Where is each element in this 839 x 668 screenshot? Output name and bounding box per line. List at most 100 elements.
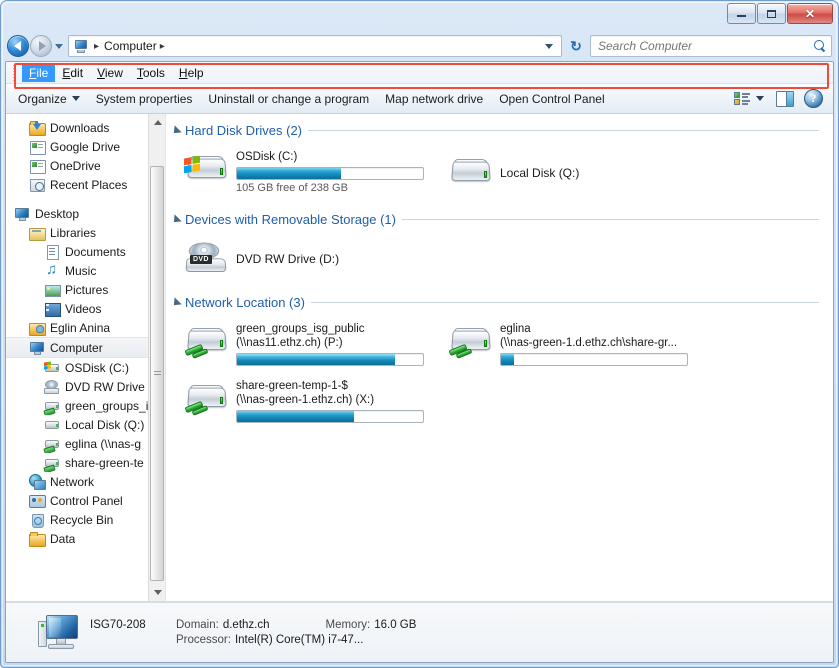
history-dropdown-icon[interactable] [55,43,63,49]
scrollbar-thumb[interactable] [150,166,164,581]
sidebar-item-eglin-anina[interactable]: Eglin Anina [6,318,165,337]
drive-info: eglina (\\nas-green-1.d.ethz.ch\share-gr.… [500,321,698,368]
organize-label: Organize [18,91,67,106]
breadcrumb-separator-icon[interactable]: ▸ [160,41,165,52]
recycle-bin-icon [29,512,45,528]
sidebar-item-desktop[interactable]: Desktop [6,204,165,223]
sidebar-item-green-groups-i[interactable]: green_groups_i [6,396,165,415]
menu-grip-icon[interactable] [13,65,16,81]
drive-info: share-green-temp-1-$ (\\nas-green-1.ethz.… [236,378,434,425]
collapse-triangle-icon[interactable] [170,124,182,137]
user-folder-icon [29,320,46,336]
drive-info: OSDisk (C:) 105 GB free of 238 GB [236,149,434,195]
menu-item-tools[interactable]: Tools [130,64,172,82]
domain-key: Domain: [176,619,219,631]
scroll-down-button[interactable] [149,584,165,601]
computer-icon [73,39,88,53]
navigation-separator [6,194,165,204]
drive-tile[interactable]: eglina (\\nas-green-1.d.ethz.ch\share-gr.… [440,317,704,374]
section-header[interactable]: Hard Disk Drives (2) [166,120,833,141]
open-control-panel-button[interactable]: Open Control Panel [491,88,612,110]
help-button[interactable]: ? [804,89,823,108]
sidebar-item-recent-places[interactable]: Recent Places [6,175,165,194]
system-properties-button[interactable]: System properties [88,88,201,110]
sidebar-item-videos[interactable]: Videos [6,299,165,318]
drive-path: (\\nas-green-1.d.ethz.ch\share-gr... [500,337,678,349]
sidebar-item-eglina-nas-g[interactable]: eglina (\\nas-g [6,434,165,453]
processor-key: Processor: [176,634,231,646]
menu-item-file[interactable]: File [22,63,56,82]
sidebar-item-share-green-te[interactable]: share-green-te [6,453,165,472]
breadcrumb-item-computer[interactable]: Computer [104,39,157,53]
menu-item-edit[interactable]: Edit [55,64,90,82]
preview-pane-button[interactable] [776,90,794,107]
sidebar-item-label: Music [65,263,97,278]
section-title: Hard Disk Drives (2) [185,123,303,138]
sidebar-item-pictures[interactable]: Pictures [6,280,165,299]
drive-tile[interactable]: green_groups_isg_public (\\nas11.ethz.ch)… [176,317,440,374]
scroll-up-button[interactable] [149,114,165,131]
sidebar-item-label: share-green-te [65,455,144,470]
sidebar-item-onedrive[interactable]: OneDrive [6,156,165,175]
drive-name: green_groups_isg_public [236,323,365,335]
menu-item-help[interactable]: Help [172,64,211,82]
chevron-down-icon [153,590,162,595]
view-layout-icon [734,91,750,106]
forward-button[interactable] [30,35,52,57]
drive-tile[interactable]: Local Disk (Q:) [440,145,704,201]
memory-key: Memory: [325,619,371,631]
sidebar-item-documents[interactable]: Documents [6,242,165,261]
capacity-bar [236,167,424,180]
section-header[interactable]: Network Location (3) [166,292,833,313]
breadcrumb-dropdown-icon[interactable] [545,43,553,49]
sidebar-item-label: Data [50,531,76,546]
domain-value: d.ethz.ch [222,619,270,631]
back-button[interactable] [7,35,29,57]
sidebar-item-libraries[interactable]: Libraries [6,223,165,242]
maximize-button[interactable] [757,3,786,24]
change-view-button[interactable] [728,88,770,109]
sidebar-item-label: eglina (\\nas-g [65,436,142,451]
sidebar-item-data[interactable]: Data [6,529,165,548]
sidebar-item-local-disk-q[interactable]: Local Disk (Q:) [6,415,165,434]
menu-item-view[interactable]: View [90,64,130,82]
drive-name: share-green-temp-1-$ [236,380,348,392]
sidebar-item-downloads[interactable]: Downloads [6,118,165,137]
refresh-button[interactable]: ↻ [565,35,587,57]
documents-icon [44,244,60,260]
close-button[interactable]: ✕ [787,3,833,24]
uninstall-or-change-program-button[interactable]: Uninstall or change a program [200,88,377,110]
organize-button[interactable]: Organize [10,88,88,110]
menu-rest-view: iew [104,65,123,80]
sidebar-item-osdisk-c[interactable]: OSDisk (C:) [6,358,165,377]
sidebar-item-network[interactable]: Network [6,472,165,491]
sidebar-item-label: Computer [50,340,103,355]
sidebar-item-computer[interactable]: Computer [6,337,165,358]
sidebar-item-control-panel[interactable]: Control Panel [6,491,165,510]
search-input[interactable] [598,39,814,53]
drive-tile[interactable]: OSDisk (C:) 105 GB free of 238 GB [176,145,440,201]
drive-tile[interactable]: DVD DVD RW Drive (D:) [176,234,440,284]
network-drive-icon [44,398,60,414]
file-list-pane[interactable]: Hard Disk Drives (2) OSDisk (C:) 105 GB fr… [166,114,833,601]
network-globe-icon [29,473,46,490]
recent-places-icon [29,177,45,193]
minimize-icon [737,15,746,17]
collapse-triangle-icon[interactable] [170,296,182,309]
collapse-triangle-icon[interactable] [170,213,182,226]
breadcrumb[interactable]: ▸ Computer ▸ [68,35,562,57]
drive-tile[interactable]: share-green-temp-1-$ (\\nas-green-1.ethz.… [176,374,440,431]
sidebar-item-google-drive[interactable]: Google Drive [6,137,165,156]
sidebar-item-recycle-bin[interactable]: Recycle Bin [6,510,165,529]
minimize-button[interactable] [727,3,756,24]
memory-group: Memory: 16.0 GB [326,619,417,631]
sidebar-item-dvd-rw-drive[interactable]: DVD RW Drive ( [6,377,165,396]
menu-rest-tools: ools [142,65,165,80]
section-header[interactable]: Devices with Removable Storage (1) [166,209,833,230]
search-box[interactable] [590,35,832,57]
navigation-scrollbar[interactable] [148,114,165,601]
network-drive-icon [44,436,60,452]
explorer-window: ✕ ▸ Computer ▸ ↻ Search Computer File Ed… [0,0,839,668]
sidebar-item-music[interactable]: Music [6,261,165,280]
map-network-drive-button[interactable]: Map network drive [377,88,491,110]
